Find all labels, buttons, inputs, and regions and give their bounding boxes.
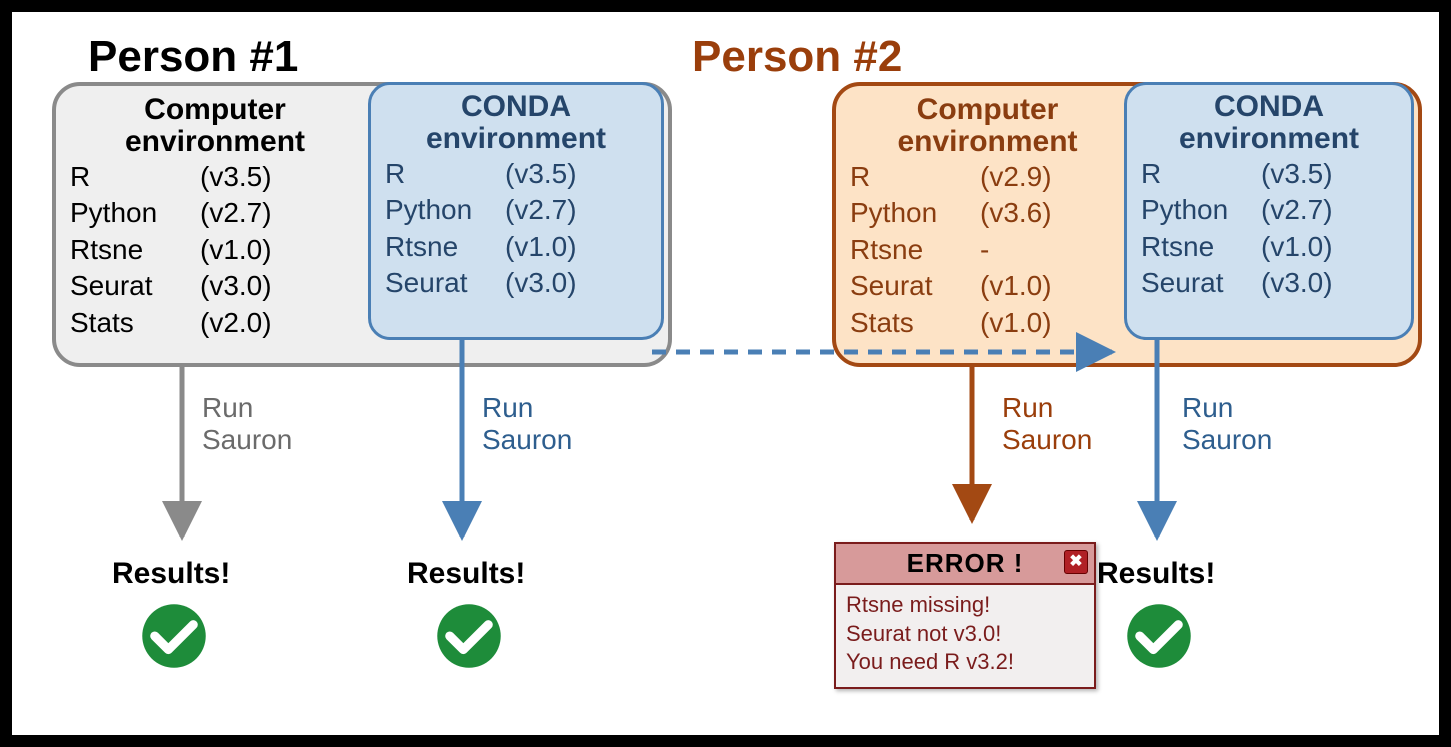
env-title: CONDA environment — [1141, 91, 1397, 154]
results-p2-conda: Results! — [1097, 557, 1215, 591]
error-line: You need R v3.2! — [846, 648, 1084, 677]
error-dialog-title: ERROR ! — [907, 548, 1024, 579]
pkg-ver: (v3.6) — [980, 195, 1052, 231]
person2-conda-env: CONDA environment R(v3.5) Python(v2.7) R… — [1124, 82, 1414, 340]
pkg-list: R(v3.5) Python(v2.7) Rtsne(v1.0) Seurat(… — [70, 159, 360, 341]
env-title: CONDA environment — [385, 91, 647, 154]
pkg-row: Seurat(v1.0) — [850, 268, 1125, 304]
person1-conda-env: CONDA environment R(v3.5) Python(v2.7) R… — [368, 82, 664, 340]
pkg-name: Seurat — [1141, 265, 1261, 301]
pkg-ver: (v2.7) — [200, 195, 272, 231]
error-dialog-header: ERROR ! ✖ — [836, 544, 1094, 585]
pkg-row: R(v2.9) — [850, 159, 1125, 195]
pkg-ver: (v3.5) — [1261, 156, 1333, 192]
run-label-p2-conda: Run Sauron — [1182, 392, 1272, 456]
pkg-row: Rtsne(v1.0) — [70, 232, 360, 268]
checkmark-icon — [1125, 602, 1193, 670]
pkg-list: R(v2.9) Python(v3.6) Rtsne- Seurat(v1.0)… — [850, 159, 1125, 341]
error-line: Seurat not v3.0! — [846, 620, 1084, 649]
pkg-list: R(v3.5) Python(v2.7) Rtsne(v1.0) Seurat(… — [1141, 156, 1397, 302]
run-label-p1-comp: Run Sauron — [202, 392, 292, 456]
pkg-ver: (v1.0) — [980, 268, 1052, 304]
error-dialog: ERROR ! ✖ Rtsne missing! Seurat not v3.0… — [834, 542, 1096, 689]
pkg-name: Stats — [70, 305, 200, 341]
pkg-row: Rtsne- — [850, 232, 1125, 268]
pkg-name: Stats — [850, 305, 980, 341]
pkg-ver: (v3.0) — [1261, 265, 1333, 301]
pkg-ver: (v3.5) — [505, 156, 577, 192]
pkg-row: R(v3.5) — [385, 156, 647, 192]
pkg-ver: (v2.7) — [1261, 192, 1333, 228]
pkg-name: Python — [1141, 192, 1261, 228]
person2-title: Person #2 — [692, 32, 902, 82]
pkg-ver: (v1.0) — [200, 232, 272, 268]
run-label-p1-conda: Run Sauron — [482, 392, 572, 456]
pkg-row: Seurat(v3.0) — [70, 268, 360, 304]
pkg-name: R — [70, 159, 200, 195]
pkg-name: R — [385, 156, 505, 192]
pkg-ver: (v1.0) — [980, 305, 1052, 341]
pkg-name: Seurat — [70, 268, 200, 304]
person1-computer-env: Computer environment R(v3.5) Python(v2.7… — [52, 82, 672, 367]
pkg-row: Rtsne(v1.0) — [385, 229, 647, 265]
pkg-name: Rtsne — [850, 232, 980, 268]
pkg-name: Python — [850, 195, 980, 231]
pkg-ver: (v1.0) — [1261, 229, 1333, 265]
run-label-p2-comp: Run Sauron — [1002, 392, 1092, 456]
pkg-row: Rtsne(v1.0) — [1141, 229, 1397, 265]
results-p1-conda: Results! — [407, 557, 525, 591]
pkg-name: Rtsne — [70, 232, 200, 268]
pkg-row: R(v3.5) — [70, 159, 360, 195]
checkmark-icon — [140, 602, 208, 670]
results-p1-comp: Results! — [112, 557, 230, 591]
pkg-ver: (v3.0) — [200, 268, 272, 304]
pkg-name: Python — [385, 192, 505, 228]
pkg-ver: (v3.0) — [505, 265, 577, 301]
person2-computer-env: Computer environment R(v2.9) Python(v3.6… — [832, 82, 1422, 367]
pkg-ver: (v1.0) — [505, 229, 577, 265]
pkg-name: Seurat — [385, 265, 505, 301]
pkg-ver: (v3.5) — [200, 159, 272, 195]
error-dialog-body: Rtsne missing! Seurat not v3.0! You need… — [836, 585, 1094, 687]
pkg-ver: - — [980, 232, 989, 268]
pkg-row: R(v3.5) — [1141, 156, 1397, 192]
env-title: Computer environment — [850, 94, 1125, 157]
pkg-list: R(v3.5) Python(v2.7) Rtsne(v1.0) Seurat(… — [385, 156, 647, 302]
error-line: Rtsne missing! — [846, 591, 1084, 620]
pkg-name: Rtsne — [385, 229, 505, 265]
pkg-ver: (v2.9) — [980, 159, 1052, 195]
env-title: Computer environment — [70, 94, 360, 157]
pkg-row: Python(v2.7) — [70, 195, 360, 231]
pkg-ver: (v2.7) — [505, 192, 577, 228]
pkg-name: R — [850, 159, 980, 195]
pkg-row: Python(v2.7) — [1141, 192, 1397, 228]
pkg-name: Python — [70, 195, 200, 231]
diagram-frame: Person #1 Person #2 Computer environment… — [0, 0, 1451, 747]
pkg-row: Python(v2.7) — [385, 192, 647, 228]
pkg-row: Seurat(v3.0) — [1141, 265, 1397, 301]
pkg-ver: (v2.0) — [200, 305, 272, 341]
pkg-row: Python(v3.6) — [850, 195, 1125, 231]
person1-title: Person #1 — [88, 32, 298, 82]
pkg-row: Seurat(v3.0) — [385, 265, 647, 301]
pkg-row: Stats(v2.0) — [70, 305, 360, 341]
pkg-name: R — [1141, 156, 1261, 192]
checkmark-icon — [435, 602, 503, 670]
pkg-name: Seurat — [850, 268, 980, 304]
pkg-row: Stats(v1.0) — [850, 305, 1125, 341]
close-icon[interactable]: ✖ — [1064, 550, 1088, 574]
pkg-name: Rtsne — [1141, 229, 1261, 265]
